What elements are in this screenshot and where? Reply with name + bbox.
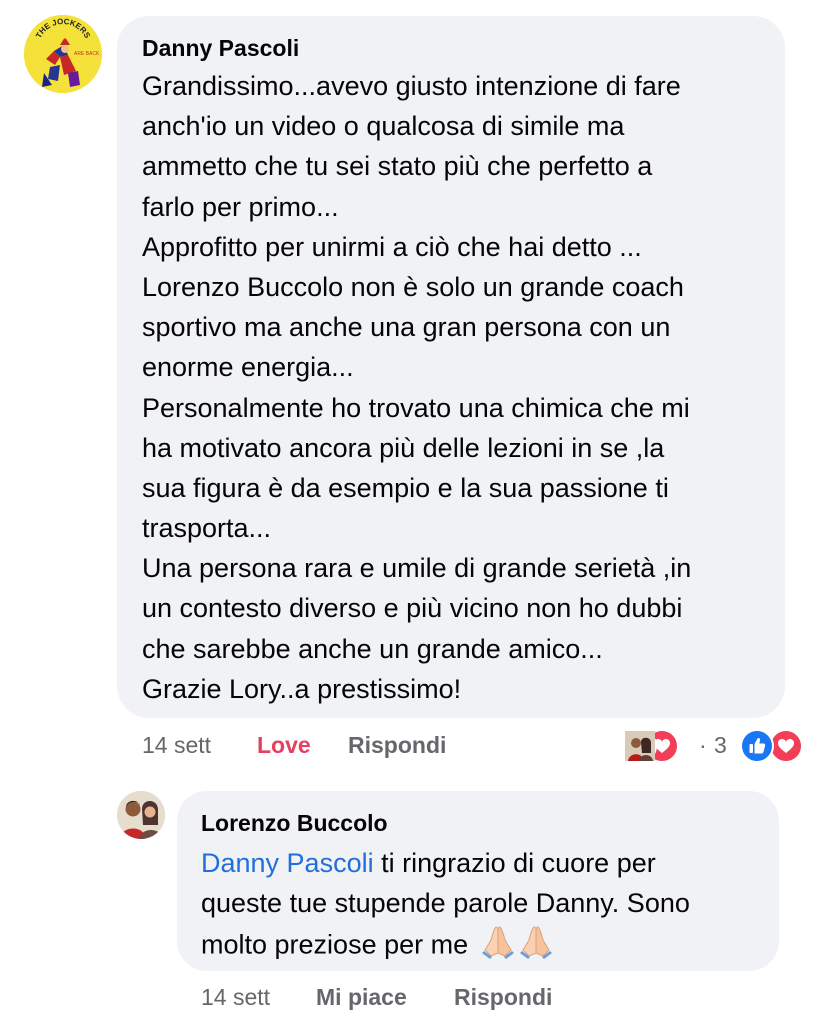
comment-line: sportivo ma anche una gran persona con u…	[142, 312, 671, 343]
reaction-count[interactable]: 3	[714, 732, 727, 759]
comment-line: Approfitto per unirmi a ciò che hai dett…	[142, 231, 642, 262]
comment-line: Grazie Lory..a prestissimo!	[142, 673, 462, 704]
reply-line-text: molto preziose per me	[201, 930, 469, 961]
reply-text: Danny Pascoli ti ringrazio di cuore per …	[201, 843, 690, 964]
replier-photo	[117, 791, 165, 839]
comment-line: sua figura è da esempio e la sua passion…	[142, 472, 669, 503]
mention-link[interactable]: Danny Pascoli	[201, 848, 374, 878]
comment-line: Personalmente ho trovato una chimica che…	[142, 392, 690, 423]
replier-avatar[interactable]	[117, 791, 165, 839]
comment-line: Grandissimo...avevo giusto intenzione di…	[142, 71, 681, 101]
comment-line: ammetto che tu sei stato più che perfett…	[142, 151, 653, 182]
comment-line: che sarebbe anche un grande amico...	[142, 633, 603, 664]
commenter-avatar[interactable]: THE JOCKERS ARE BACK	[24, 15, 102, 93]
comment-line: un contesto diverso e più vicino non ho …	[142, 593, 683, 624]
avatar-logo-subtext: ARE BACK	[74, 51, 100, 57]
jockers-logo-avatar: THE JOCKERS ARE BACK	[24, 15, 102, 93]
comment-line: ha motivato ancora più delle lezioni in …	[142, 432, 665, 463]
comment-line: Lorenzo Buccolo non è solo un grande coa…	[142, 271, 684, 302]
comment-line: anch'io un video o qualcosa di simile ma	[142, 111, 625, 142]
reply-line: queste tue stupende parole Danny. Sono	[201, 888, 690, 919]
reply-line-text: ti ringrazio di cuore per	[373, 848, 656, 878]
reply-line: Danny Pascoli ti ringrazio di cuore per	[201, 843, 690, 883]
reply-author-name[interactable]: Lorenzo Buccolo	[201, 810, 388, 837]
reactor-photo-avatar	[623, 729, 657, 763]
reaction-separator: ·	[699, 732, 707, 758]
comment-author-name[interactable]: Danny Pascoli	[142, 35, 299, 62]
comment-line: farlo per primo...	[142, 191, 339, 222]
comment-line: enorme energia...	[142, 352, 354, 383]
reply-button[interactable]: Rispondi	[348, 732, 446, 759]
comment-line: Una persona rara e umile di grande serie…	[142, 553, 692, 584]
reply-timestamp[interactable]: 14 sett	[201, 984, 270, 1011]
comment-timestamp[interactable]: 14 sett	[142, 732, 211, 759]
heart-reaction-icon	[769, 729, 803, 763]
reply-line: molto preziose per me	[201, 923, 690, 963]
comment-text: Grandissimo...avevo giusto intenzione di…	[142, 66, 691, 709]
like-button[interactable]: Mi piace	[316, 984, 407, 1011]
love-reaction-button[interactable]: Love	[257, 732, 311, 759]
folded-hands-icon	[481, 923, 554, 970]
comment-line: trasporta...	[142, 513, 272, 544]
reaction-summary[interactable]: · 3	[623, 727, 813, 763]
reply-button[interactable]: Rispondi	[454, 984, 552, 1011]
like-reaction-icon	[740, 729, 774, 763]
